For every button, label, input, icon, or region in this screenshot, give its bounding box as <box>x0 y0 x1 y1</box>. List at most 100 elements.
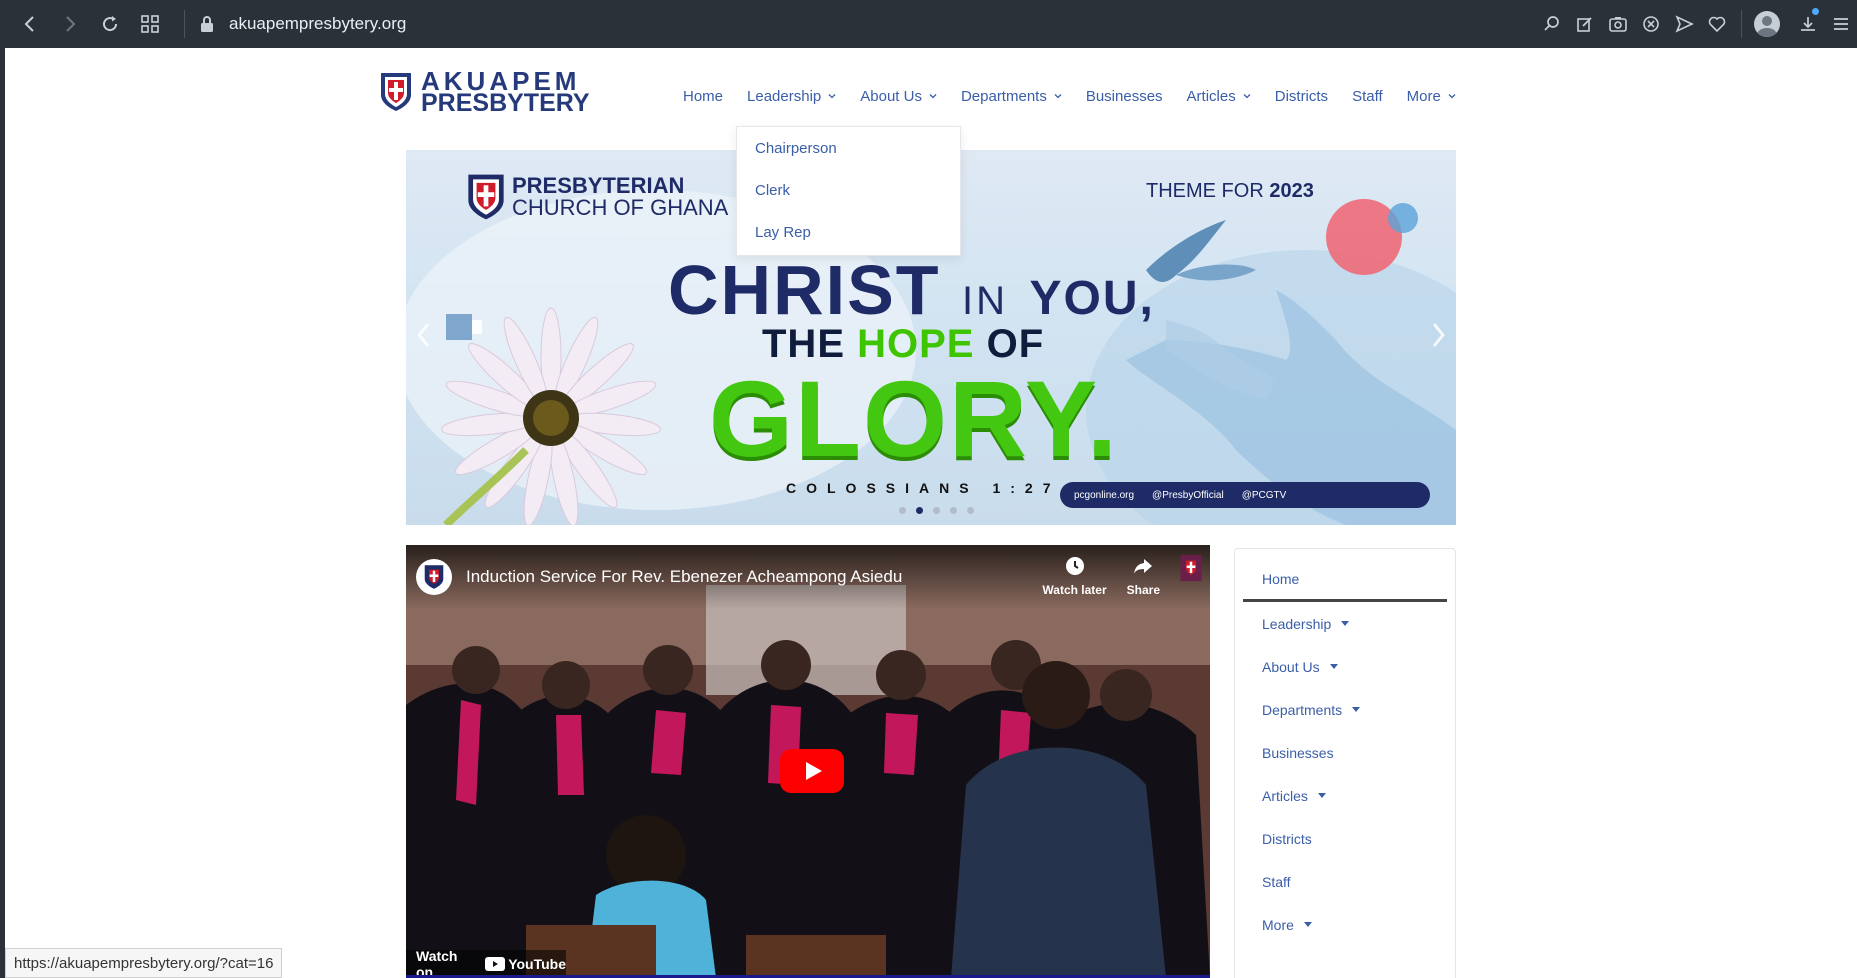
headline-you: YOU, <box>1029 272 1155 325</box>
pcg-shield-icon <box>468 174 504 220</box>
channel-shield-icon <box>424 565 444 589</box>
caret-down-icon <box>1303 922 1312 927</box>
forward-arrow-icon <box>66 16 76 32</box>
downloads-button[interactable] <box>1791 0 1824 48</box>
edit-icon <box>1576 17 1592 32</box>
nav-item-districts[interactable]: Districts <box>1263 86 1340 106</box>
headline-glory: GLORY. <box>709 358 1120 479</box>
nav-item-businesses[interactable]: Businesses <box>1074 86 1175 106</box>
browser-toolbar: akuapempresbytery.org <box>0 0 1857 48</box>
channel-avatar[interactable] <box>416 559 452 595</box>
nav-item-leadership[interactable]: Leadership <box>735 86 848 106</box>
nav-item-staff[interactable]: Staff <box>1340 86 1395 106</box>
dropdown-item-lay-rep[interactable]: Lay Rep <box>737 223 960 265</box>
logo-line-2: PRESBYTERY <box>421 89 590 117</box>
status-bar-url: https://akuapempresbytery.org/?cat=16 <box>5 948 283 978</box>
sidebar-item-staff[interactable]: Staff <box>1243 860 1447 903</box>
social-links-bar: pcgonline.org @PresbyOfficial @PCGTV <box>1060 482 1430 508</box>
chevron-down-icon <box>1243 94 1251 99</box>
leadership-dropdown-menu: Chairperson Clerk Lay Rep <box>736 126 961 256</box>
youtube-video-embed[interactable]: Induction Service For Rev. Ebenezer Ache… <box>406 545 1210 978</box>
carousel-dot-3[interactable] <box>933 507 940 514</box>
channel-badge[interactable] <box>1180 555 1202 597</box>
watch-on-label: Watch on <box>416 948 458 978</box>
pause-icon[interactable] <box>446 314 482 346</box>
nav-item-label: Districts <box>1274 87 1329 105</box>
pcg-brand: PRESBYTERIAN CHURCH OF GHANA <box>466 172 728 222</box>
watch-later-label: Watch later <box>1042 583 1107 597</box>
forward-button[interactable] <box>50 0 90 48</box>
dropdown-item-chairperson[interactable]: Chairperson <box>737 139 960 181</box>
send-icon <box>1674 15 1694 33</box>
nav-item-label: Home <box>683 87 724 105</box>
sidebar-item-articles[interactable]: Articles <box>1243 774 1447 817</box>
caret-down-icon <box>1317 793 1326 798</box>
nav-item-label: About Us <box>860 87 922 105</box>
dropdown-item-clerk[interactable]: Clerk <box>737 181 960 223</box>
tabs-grid-button[interactable] <box>130 0 170 48</box>
headline-in: IN <box>962 279 1009 323</box>
sidebar-item-departments[interactable]: Departments <box>1243 688 1447 731</box>
carousel-next-icon[interactable] <box>1430 322 1446 348</box>
carousel-dot-2[interactable] <box>916 507 923 514</box>
menu-icon <box>1833 18 1848 30</box>
main-navigation: Home Leadership About Us Departments Busines… <box>671 86 1468 106</box>
channel-badge-icon <box>1180 555 1202 581</box>
chevron-down-icon <box>1054 94 1062 99</box>
theme-year: 2023 <box>1269 180 1314 202</box>
download-icon <box>1800 17 1815 31</box>
social-website: pcgonline.org <box>1074 489 1135 501</box>
sidebar-item-more[interactable]: More <box>1243 903 1447 946</box>
sidebar-item-districts[interactable]: Districts <box>1243 817 1447 860</box>
nav-item-more[interactable]: More <box>1395 86 1468 106</box>
carousel-dot-1[interactable] <box>899 507 906 514</box>
reload-button[interactable] <box>90 0 130 48</box>
brand-line-1: PRESBYTERIAN <box>512 173 685 198</box>
sidebar-item-about-us[interactable]: About Us <box>1243 645 1447 688</box>
scripture-reference: COLOSSIANS 1:27 <box>786 480 1061 496</box>
nav-item-departments[interactable]: Departments <box>949 86 1074 106</box>
download-badge <box>1812 8 1819 15</box>
carousel-prev-icon[interactable] <box>416 322 432 348</box>
heart-icon <box>1708 16 1725 33</box>
sidebar-item-leadership[interactable]: Leadership <box>1243 602 1447 645</box>
edit-page-button[interactable] <box>1568 0 1601 48</box>
address-bar[interactable]: akuapempresbytery.org <box>199 0 406 48</box>
nav-item-label: Articles <box>1186 87 1236 105</box>
theme-label: THEME FOR 2023 <box>1146 180 1314 203</box>
nav-item-articles[interactable]: Articles <box>1175 86 1263 106</box>
block-button[interactable] <box>1634 0 1667 48</box>
watch-on-youtube-button[interactable]: Watch on YouTube <box>406 948 566 978</box>
share-button[interactable]: Share <box>1127 555 1160 597</box>
favorite-button[interactable] <box>1700 0 1733 48</box>
carousel-dot-4[interactable] <box>950 507 957 514</box>
menu-button[interactable] <box>1824 0 1857 48</box>
back-button[interactable] <box>10 0 50 48</box>
nav-item-label: Staff <box>1352 87 1383 105</box>
video-title[interactable]: Induction Service For Rev. Ebenezer Ache… <box>466 567 902 587</box>
web-page: AKUAPEM PRESBYTERY Home Leadership About U… <box>5 48 1857 978</box>
nav-item-about-us[interactable]: About Us <box>848 86 949 106</box>
clock-icon <box>1065 557 1084 575</box>
caret-down-icon <box>1329 664 1338 669</box>
carousel-dot-5[interactable] <box>967 507 974 514</box>
search-page-button[interactable] <box>1535 0 1568 48</box>
youtube-icon <box>485 957 506 971</box>
share-label: Share <box>1126 583 1160 597</box>
camera-icon <box>1608 17 1627 32</box>
sidebar-item-home[interactable]: Home <box>1243 559 1447 602</box>
watch-later-button[interactable]: Watch later <box>1042 555 1107 597</box>
play-button-icon[interactable] <box>780 749 844 793</box>
profile-button[interactable] <box>1750 0 1783 48</box>
lock-icon <box>201 16 213 32</box>
back-arrow-icon <box>24 16 34 32</box>
address-url[interactable]: akuapempresbytery.org <box>229 14 406 34</box>
site-logo[interactable]: AKUAPEM PRESBYTERY <box>379 68 590 117</box>
send-button[interactable] <box>1667 0 1700 48</box>
screenshot-button[interactable] <box>1601 0 1634 48</box>
nav-item-home[interactable]: Home <box>671 86 735 106</box>
social-tv: @PCGTV <box>1241 489 1287 501</box>
sidebar-item-label: Businesses <box>1262 744 1334 761</box>
sidebar-item-businesses[interactable]: Businesses <box>1243 731 1447 774</box>
carousel-indicators <box>899 507 974 514</box>
